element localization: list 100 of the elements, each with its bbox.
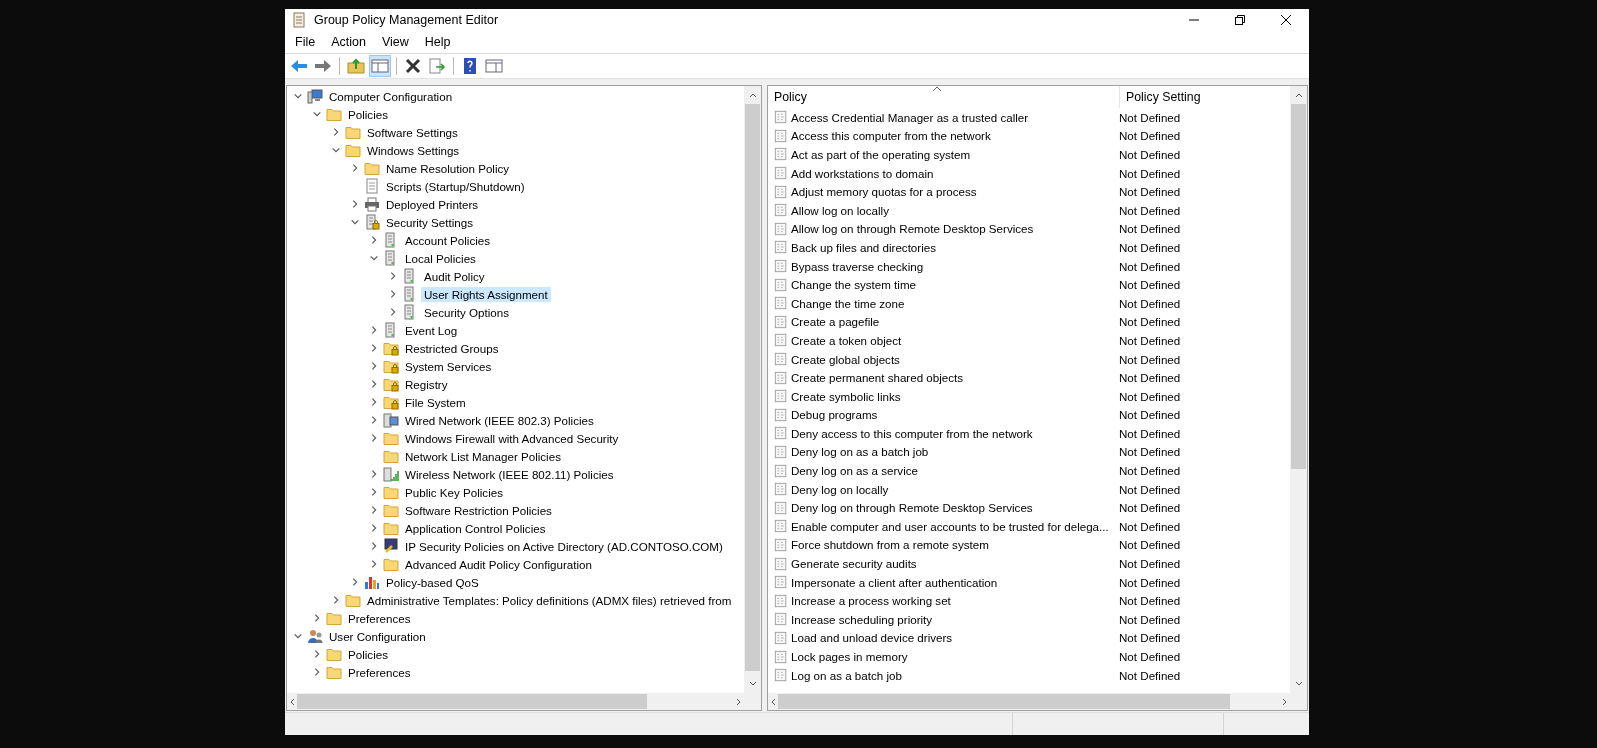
chevron-icon[interactable] [369,397,379,407]
policy-name[interactable]: Deny log on as a service [791,464,918,478]
chevron-icon[interactable] [350,577,360,587]
policy-name[interactable]: Impersonate a client after authentication [791,575,998,589]
chevron-icon[interactable] [369,541,379,551]
chevron-icon[interactable] [388,307,398,317]
chevron-icon[interactable] [369,469,379,479]
tree-item[interactable]: Security Settings [383,214,476,230]
chevron-icon[interactable] [369,379,379,389]
tree-item[interactable]: IP Security Policies on Active Directory (AD.CONTOSO.COM) [402,538,726,554]
chevron-icon[interactable] [331,127,341,137]
chevron-icon[interactable] [293,91,303,101]
chevron-icon[interactable] [369,253,379,263]
chevron-icon[interactable] [312,667,322,677]
tree-item[interactable]: Application Control Policies [402,520,549,536]
chevron-icon[interactable] [388,271,398,281]
chevron-icon[interactable] [350,199,360,209]
menu-item[interactable]: View [375,35,415,49]
policy-name[interactable]: Enable computer and user accounts to be trusted for delega... [791,519,1109,533]
chevron-icon[interactable] [312,613,322,623]
policy-name[interactable]: Change the time zone [791,296,905,310]
menu-item[interactable]: File [289,35,322,49]
tree-item[interactable]: Network List Manager Policies [402,448,564,464]
policy-name[interactable]: Access Credential Manager as a trusted caller [791,110,1029,124]
policy-name[interactable]: Add workstations to domain [791,166,934,180]
policy-name[interactable]: Change the system time [791,278,916,292]
tree-item[interactable]: Restricted Groups [402,340,502,356]
chevron-icon[interactable] [369,325,379,335]
policy-name[interactable]: Allow log on through Remote Desktop Services [791,222,1034,236]
tree-item[interactable]: Preferences [345,610,414,626]
vertical-scrollbar[interactable] [1290,86,1307,693]
tree-item[interactable]: User Rights Assignment [421,286,551,302]
folder-up-icon[interactable] [346,56,366,76]
chevron-icon[interactable] [350,217,360,227]
tree-item[interactable]: Deployed Printers [383,196,482,212]
policy-name[interactable]: Deny log on as a batch job [791,445,929,459]
chevron-icon[interactable] [369,487,379,497]
chevron-icon[interactable] [369,361,379,371]
chevron-icon[interactable] [388,289,398,299]
policy-name[interactable]: Log on as a batch job [791,668,902,682]
policy-name[interactable]: Debug programs [791,408,878,422]
tree-item[interactable]: Windows Firewall with Advanced Security [402,430,622,446]
policy-name[interactable]: Create a token object [791,333,902,347]
tree-item[interactable]: Advanced Audit Policy Configuration [402,556,595,572]
restore-icon[interactable] [1235,15,1245,25]
chevron-icon[interactable] [293,631,303,641]
chevron-icon[interactable] [350,163,360,173]
tree-item[interactable]: Registry [402,376,451,392]
tree-item[interactable]: System Services [402,358,495,374]
tree-item[interactable]: File System [402,394,469,410]
tree-item[interactable]: Wired Network (IEEE 802.3) Policies [402,412,597,428]
policy-name[interactable]: Create symbolic links [791,389,901,403]
chevron-icon[interactable] [331,595,341,605]
tree-item[interactable]: Software Restriction Policies [402,502,555,518]
menu-item[interactable]: Action [325,35,372,49]
chevron-icon[interactable] [312,109,322,119]
policy-name[interactable]: Back up files and directories [791,240,936,254]
tree-item[interactable]: Local Policies [402,250,479,266]
tree-item[interactable]: Policies [345,106,391,122]
policy-name[interactable]: Adjust memory quotas for a process [791,185,977,199]
tree-item[interactable]: Windows Settings [364,142,463,158]
tree-item[interactable]: Computer Configuration [326,88,456,104]
chevron-icon[interactable] [369,343,379,353]
action-pane-icon[interactable] [484,56,504,76]
chevron-icon[interactable] [369,523,379,533]
chevron-icon[interactable] [369,433,379,443]
policy-name[interactable]: Create global objects [791,352,900,366]
tree-item[interactable]: Security Options [421,304,513,320]
policy-name[interactable]: Act as part of the operating system [791,148,971,161]
policy-name[interactable]: Generate security audits [791,557,917,571]
policy-name[interactable]: Bypass traverse checking [791,259,924,273]
vertical-scrollbar[interactable] [744,86,761,693]
policy-name[interactable]: Create a pagefile [791,315,880,329]
chevron-icon[interactable] [369,415,379,425]
chevron-icon[interactable] [369,505,379,515]
policy-name[interactable]: Deny log on locally [791,482,889,496]
tree-item[interactable]: Software Settings [364,124,461,140]
tree-item[interactable]: Administrative Templates: Policy definitions (ADMX files) retrieved from [364,592,735,608]
chevron-icon[interactable] [312,649,322,659]
policy-name[interactable]: Access this computer from the network [791,129,991,143]
tree-item[interactable]: Scripts (Startup/Shutdown) [383,178,528,194]
tree-item[interactable]: Wireless Network (IEEE 802.11) Policies [402,466,617,482]
tree-item[interactable]: Policy-based QoS [383,574,482,590]
policy-name[interactable]: Increase a process working set [791,594,951,608]
chevron-icon[interactable] [331,145,341,155]
close-icon[interactable] [1281,15,1291,25]
chevron-icon[interactable] [369,559,379,569]
tree-item[interactable]: Public Key Policies [402,484,506,500]
tree-item[interactable]: Audit Policy [421,268,488,284]
tree-item[interactable]: Account Policies [402,232,494,248]
tree-item[interactable]: Policies [345,646,391,662]
policy-name[interactable]: Deny access to this computer from the network [791,426,1033,440]
tree-item[interactable]: Preferences [345,664,414,680]
tree-item[interactable]: User Configuration [326,628,429,644]
policy-name[interactable]: Lock pages in memory [791,650,908,663]
column-header[interactable]: Policy [768,86,1120,108]
policy-name[interactable]: Load and unload device drivers [791,631,953,645]
policy-name[interactable]: Force shutdown from a remote system [791,538,989,552]
policy-name[interactable]: Increase scheduling priority [791,612,933,626]
policy-name[interactable]: Deny log on through Remote Desktop Services [791,501,1033,515]
